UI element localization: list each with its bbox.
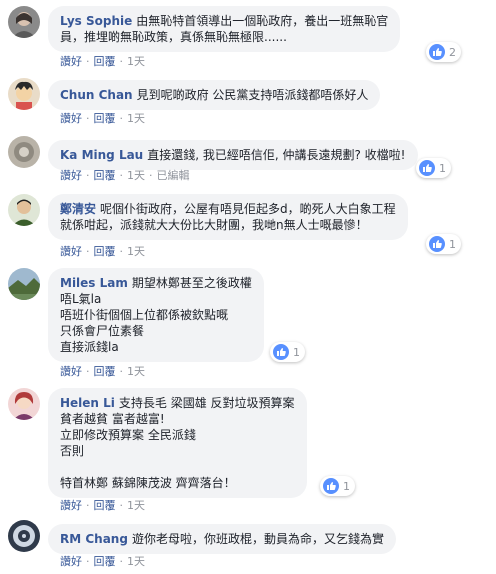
like-link[interactable]: 讚好 — [60, 112, 82, 125]
comment-actions: 讚好 · 回覆 · 1天 — [60, 365, 145, 378]
timestamp[interactable]: 1天 — [127, 245, 145, 258]
comment-text: 只係會尸位素餐 — [60, 324, 145, 338]
avatar[interactable] — [8, 268, 40, 300]
avatar[interactable] — [8, 78, 40, 110]
comment-actions: 讚好 · 回覆 · 1天 · 已編輯 — [60, 169, 190, 182]
comment-text: 期望林鄭甚至之後政權 — [131, 276, 252, 290]
edited-label[interactable]: 已編輯 — [157, 169, 190, 182]
reply-link[interactable]: 回覆 — [94, 55, 116, 68]
reaction-count[interactable]: 2 — [426, 42, 461, 62]
comment-text: 直接還錢, 我已經唔信佢, 仲講長遠規劃? 收檔啦! — [147, 148, 406, 162]
reply-link[interactable]: 回覆 — [94, 555, 116, 568]
comment-text: 員，推埋啲無恥政策，真係無恥無極限...... — [60, 30, 287, 44]
comment-text: 唔L氣la — [60, 292, 102, 306]
like-link[interactable]: 讚好 — [60, 169, 82, 182]
reaction-count[interactable]: 1 — [426, 234, 461, 254]
comment-text: 由無恥特首領導出一個恥政府，養出一班無恥官 — [136, 14, 389, 28]
comment-actions: 讚好 · 回覆 · 1天 — [60, 245, 145, 258]
like-thumb-icon — [323, 478, 339, 494]
like-thumb-icon — [429, 236, 445, 252]
comment-bubble: RM Chang 遊你老母啦，你班政棍，動員為命，又乞錢為實 — [48, 524, 396, 554]
comment-text: 呢個仆街政府，公屋有唔見佢起多d，啲死人大白象工程 — [100, 202, 396, 216]
author-name[interactable]: Lys Sophie — [60, 14, 132, 28]
comment-text: 就係咁起，派錢就大大份比大財團，我哋n無人士嘅最慘！ — [60, 218, 368, 232]
comment: Chun Chan 見到呢啲政府 公民黨支持唔派錢都唔係好人 讚好 · 回覆 · 1天 — [8, 78, 488, 125]
avatar[interactable] — [8, 136, 40, 168]
comment-bubble: 鄭清安 呢個仆街政府，公屋有唔見佢起多d，啲死人大白象工程 就係咁起，派錢就大大份… — [48, 194, 408, 240]
reply-link[interactable]: 回覆 — [94, 112, 116, 125]
timestamp[interactable]: 1天 — [127, 112, 145, 125]
avatar[interactable] — [8, 388, 40, 420]
author-name[interactable]: RM Chang — [60, 532, 128, 546]
comment-text-blank — [60, 459, 295, 475]
comment: Lys Sophie 由無恥特首領導出一個恥政府，養出一班無恥官 員，推埋啲無恥政… — [8, 6, 488, 72]
comment-bubble: Helen Li 支持長毛 梁國雄 反對垃圾預算案 貧者越貧 富者越富! 立即修改… — [48, 388, 307, 498]
like-link[interactable]: 讚好 — [60, 55, 82, 68]
comment-text: 見到呢啲政府 公民黨支持唔派錢都唔係好人 — [136, 88, 369, 102]
reaction-count[interactable]: 1 — [416, 158, 451, 178]
comment-text: 支持長毛 梁國雄 反對垃圾預算案 — [118, 396, 295, 410]
comment: RM Chang 遊你老母啦，你班政棍，動員為命，又乞錢為實 讚好 · 回覆 · 1天 — [8, 520, 488, 568]
comment: Helen Li 支持長毛 梁國雄 反對垃圾預算案 貧者越貧 富者越富! 立即修改… — [8, 388, 488, 514]
comment-text: 特首林鄭 蘇錦陳茂波 齊齊落台！ — [60, 476, 236, 490]
comment: Miles Lam 期望林鄭甚至之後政權 唔L氣la 唔班仆街個個上位都係被欽點嘅… — [8, 268, 488, 378]
reply-link[interactable]: 回覆 — [94, 365, 116, 378]
comment: 鄭清安 呢個仆街政府，公屋有唔見佢起多d，啲死人大白象工程 就係咁起，派錢就大大份… — [8, 194, 488, 260]
comment-actions: 讚好 · 回覆 · 1天 — [60, 112, 145, 125]
like-link[interactable]: 讚好 — [60, 365, 82, 378]
author-name[interactable]: Chun Chan — [60, 88, 133, 102]
author-name[interactable]: 鄭清安 — [60, 202, 96, 216]
timestamp[interactable]: 1天 — [127, 55, 145, 68]
reply-link[interactable]: 回覆 — [94, 499, 116, 512]
comment-bubble: Lys Sophie 由無恥特首領導出一個恥政府，養出一班無恥官 員，推埋啲無恥政… — [48, 6, 401, 52]
comment-text: 立即修改預算案 全民派錢 — [60, 428, 196, 442]
comment-bubble: Ka Ming Lau 直接還錢, 我已經唔信佢, 仲講長遠規劃? 收檔啦! — [48, 140, 418, 170]
avatar[interactable] — [8, 520, 40, 552]
timestamp[interactable]: 1天 — [127, 365, 145, 378]
like-thumb-icon — [429, 44, 445, 60]
like-link[interactable]: 讚好 — [60, 555, 82, 568]
avatar[interactable] — [8, 194, 40, 226]
comment-text: 唔班仆街個個上位都係被欽點嘅 — [60, 308, 229, 322]
comment-text: 貧者越貧 富者越富! — [60, 412, 165, 426]
like-thumb-icon — [273, 344, 289, 360]
comment-actions: 讚好 · 回覆 · 1天 — [60, 499, 145, 512]
author-name[interactable]: Miles Lam — [60, 276, 128, 290]
timestamp[interactable]: 1天 — [127, 169, 145, 182]
comment-actions: 讚好 · 回覆 · 1天 — [60, 55, 145, 68]
author-name[interactable]: Ka Ming Lau — [60, 148, 143, 162]
comment-actions: 讚好 · 回覆 · 1天 — [60, 555, 145, 568]
reaction-count[interactable]: 1 — [270, 342, 305, 362]
avatar[interactable] — [8, 6, 40, 38]
like-link[interactable]: 讚好 — [60, 499, 82, 512]
comment-text: 直接派錢la — [60, 340, 119, 354]
timestamp[interactable]: 1天 — [127, 555, 145, 568]
comment-text: 遊你老母啦，你班政棍，動員為命，又乞錢為實 — [131, 532, 384, 546]
comment-text: 否則 — [60, 444, 85, 458]
reaction-count[interactable]: 1 — [320, 476, 355, 496]
author-name[interactable]: Helen Li — [60, 396, 115, 410]
reply-link[interactable]: 回覆 — [94, 169, 116, 182]
like-thumb-icon — [419, 160, 435, 176]
comment: Ka Ming Lau 直接還錢, 我已經唔信佢, 仲講長遠規劃? 收檔啦! 1 … — [8, 136, 488, 182]
timestamp[interactable]: 1天 — [127, 499, 145, 512]
comment-bubble: Chun Chan 見到呢啲政府 公民黨支持唔派錢都唔係好人 — [48, 80, 381, 110]
reply-link[interactable]: 回覆 — [94, 245, 116, 258]
like-link[interactable]: 讚好 — [60, 245, 82, 258]
comment-bubble: Miles Lam 期望林鄭甚至之後政權 唔L氣la 唔班仆街個個上位都係被欽點嘅… — [48, 268, 264, 362]
